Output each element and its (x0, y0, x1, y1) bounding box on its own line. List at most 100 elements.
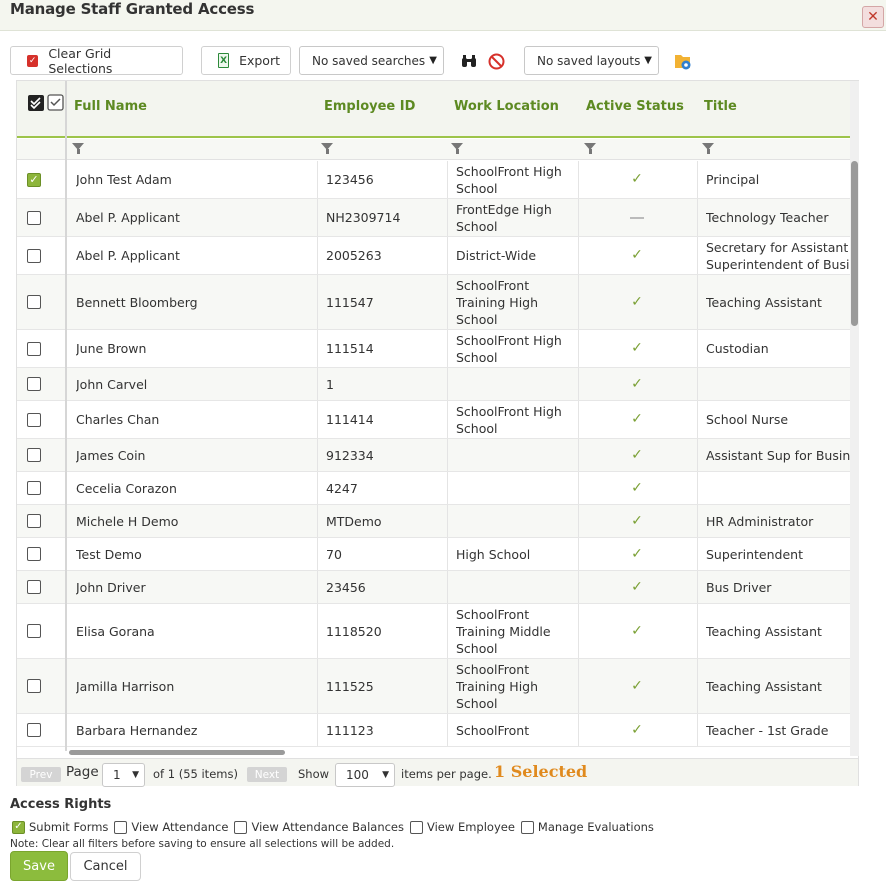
work-location-text: School (456, 349, 498, 365)
access-option-label[interactable]: Submit Forms (29, 820, 108, 834)
table-row[interactable]: Abel P. Applicant NH2309714 FrontEdge High… (17, 199, 850, 237)
row-checkbox[interactable] (27, 248, 41, 263)
row-checkbox[interactable] (27, 514, 41, 528)
row-checkbox[interactable] (27, 341, 41, 356)
column-header-active-status[interactable]: Active Status (586, 99, 684, 114)
column-header-title[interactable]: Title (704, 99, 737, 114)
row-checkbox[interactable] (27, 481, 41, 495)
close-icon[interactable]: ✕ (862, 6, 884, 28)
row-checkbox[interactable] (27, 377, 41, 391)
work-location-cell: High School (456, 538, 576, 570)
column-divider (697, 161, 698, 198)
binoculars-icon[interactable] (461, 54, 477, 68)
access-option-label[interactable]: Manage Evaluations (538, 820, 654, 834)
access-option-checkbox[interactable]: ✓ (12, 820, 25, 834)
column-divider (317, 199, 318, 236)
row-checkbox[interactable] (27, 580, 41, 594)
title-cell: Custodian (706, 330, 850, 367)
filter-icon[interactable] (321, 143, 333, 154)
filter-icon[interactable] (451, 143, 463, 154)
column-header-full-name[interactable]: Full Name (74, 99, 147, 114)
table-row[interactable]: Cecelia Corazon 4247 ✓ (17, 472, 850, 505)
column-divider (447, 161, 448, 198)
work-location-text: School (456, 180, 498, 196)
table-row[interactable]: Charles Chan 111414 SchoolFront High School… (17, 401, 850, 439)
next-page-button[interactable]: Next (247, 767, 287, 782)
access-option-label[interactable]: View Attendance (131, 820, 228, 834)
table-row[interactable]: June Brown 111514 SchoolFront High School ✓ C… (17, 330, 850, 368)
table-row[interactable]: ✓ John Test Adam 123456 SchoolFront High Sch… (17, 161, 850, 199)
row-checkbox[interactable] (27, 412, 41, 427)
column-divider (317, 714, 318, 746)
filter-icon[interactable] (702, 143, 714, 154)
full-name-cell: Abel P. Applicant (76, 237, 316, 274)
row-checkbox[interactable]: ✓ (27, 172, 41, 187)
filter-icon[interactable] (72, 143, 84, 154)
checkmark-icon: ✓ (631, 578, 643, 595)
full-name-text: John Test Adam (76, 172, 172, 187)
row-checkbox[interactable] (27, 679, 41, 693)
column-header-employee-id[interactable]: Employee ID (324, 99, 415, 114)
access-option-label[interactable]: View Attendance Balances (251, 820, 404, 834)
table-row[interactable]: Elisa Gorana 1118520 SchoolFront Training M… (17, 604, 850, 659)
table-row[interactable]: Test Demo 70 High School ✓ Superintendent (17, 538, 850, 571)
title-text: HR Administrator (706, 513, 814, 529)
vertical-scrollbar[interactable] (851, 161, 858, 326)
row-checkbox[interactable] (27, 295, 41, 309)
full-name-cell: John Test Adam (76, 161, 316, 198)
table-row[interactable]: John Driver 23456 ✓ Bus Driver (17, 571, 850, 604)
select-page-checkbox-icon[interactable] (47, 94, 64, 111)
page-select[interactable]: 1 ▼ (102, 763, 145, 787)
column-header-work-location[interactable]: Work Location (454, 99, 559, 114)
row-checkbox[interactable] (27, 210, 41, 225)
export-label: Export (239, 53, 280, 68)
work-location-cell (456, 571, 576, 603)
table-row[interactable]: Abel P. Applicant 2005263 District-Wide ✓ Se… (17, 237, 850, 275)
access-option-checkbox[interactable] (520, 820, 534, 834)
export-button[interactable]: X Export (201, 46, 291, 75)
saved-layouts-select[interactable]: No saved layouts ▼ (524, 46, 659, 75)
save-button[interactable]: Save (10, 851, 68, 881)
employee-id-cell: 111514 (326, 330, 446, 367)
table-row[interactable]: Barbara Hernandez 111123 SchoolFront ✓ Teach… (17, 714, 850, 747)
column-divider (697, 401, 698, 438)
full-name-text: Bennett Bloomberg (76, 294, 198, 310)
column-divider (317, 161, 318, 198)
filter-icon[interactable] (584, 143, 596, 154)
horizontal-scrollbar[interactable] (69, 750, 285, 755)
row-checkbox-cell (27, 330, 57, 367)
work-location-text: Training Middle (456, 623, 551, 639)
clear-grid-selections-button[interactable]: ✓ Clear Grid Selections (10, 46, 183, 76)
title-cell: Teaching Assistant (706, 659, 850, 713)
work-location-cell: SchoolFront Training High School (456, 275, 576, 329)
access-option-checkbox[interactable] (234, 820, 248, 834)
access-option-label[interactable]: View Employee (427, 820, 515, 834)
cancel-button[interactable]: Cancel (70, 852, 141, 881)
access-option-checkbox[interactable] (410, 820, 423, 834)
items-per-page-select[interactable]: 100 ▼ (335, 763, 395, 787)
access-option-checkbox[interactable] (114, 820, 128, 834)
table-row[interactable]: Michele H Demo MTDemo ✓ HR Administrator (17, 505, 850, 538)
row-checkbox[interactable] (27, 624, 41, 638)
title-text: Assistant Sup for Business (706, 447, 850, 463)
table-row[interactable]: John Carvel 1 ✓ (17, 368, 850, 401)
table-row[interactable]: Bennett Bloomberg 111547 SchoolFront Traini… (17, 275, 850, 330)
layout-gear-icon[interactable] (673, 52, 693, 72)
chevron-down-icon: ▼ (132, 770, 139, 780)
row-checkbox[interactable] (27, 547, 41, 561)
select-all-checkbox-icon[interactable] (27, 94, 45, 112)
work-location-cell: FrontEdge High School (456, 199, 576, 236)
work-location-cell: SchoolFront (456, 714, 576, 746)
column-divider (447, 659, 448, 713)
employee-id-cell: 70 (326, 538, 446, 570)
table-row[interactable]: Jamilla Harrison 111525 SchoolFront Trainin… (17, 659, 850, 714)
active-status-cell: ✓ (578, 714, 696, 746)
active-status-cell: ✓ (578, 275, 696, 329)
no-entry-icon[interactable] (488, 53, 505, 70)
column-divider (697, 237, 698, 274)
table-row[interactable]: James Coin 912334 ✓ Assistant Sup for Busin… (17, 439, 850, 472)
prev-page-button[interactable]: Prev (21, 767, 61, 782)
saved-searches-select[interactable]: No saved searches ▼ (299, 46, 444, 75)
row-checkbox[interactable] (27, 448, 41, 462)
row-checkbox[interactable] (27, 723, 41, 737)
